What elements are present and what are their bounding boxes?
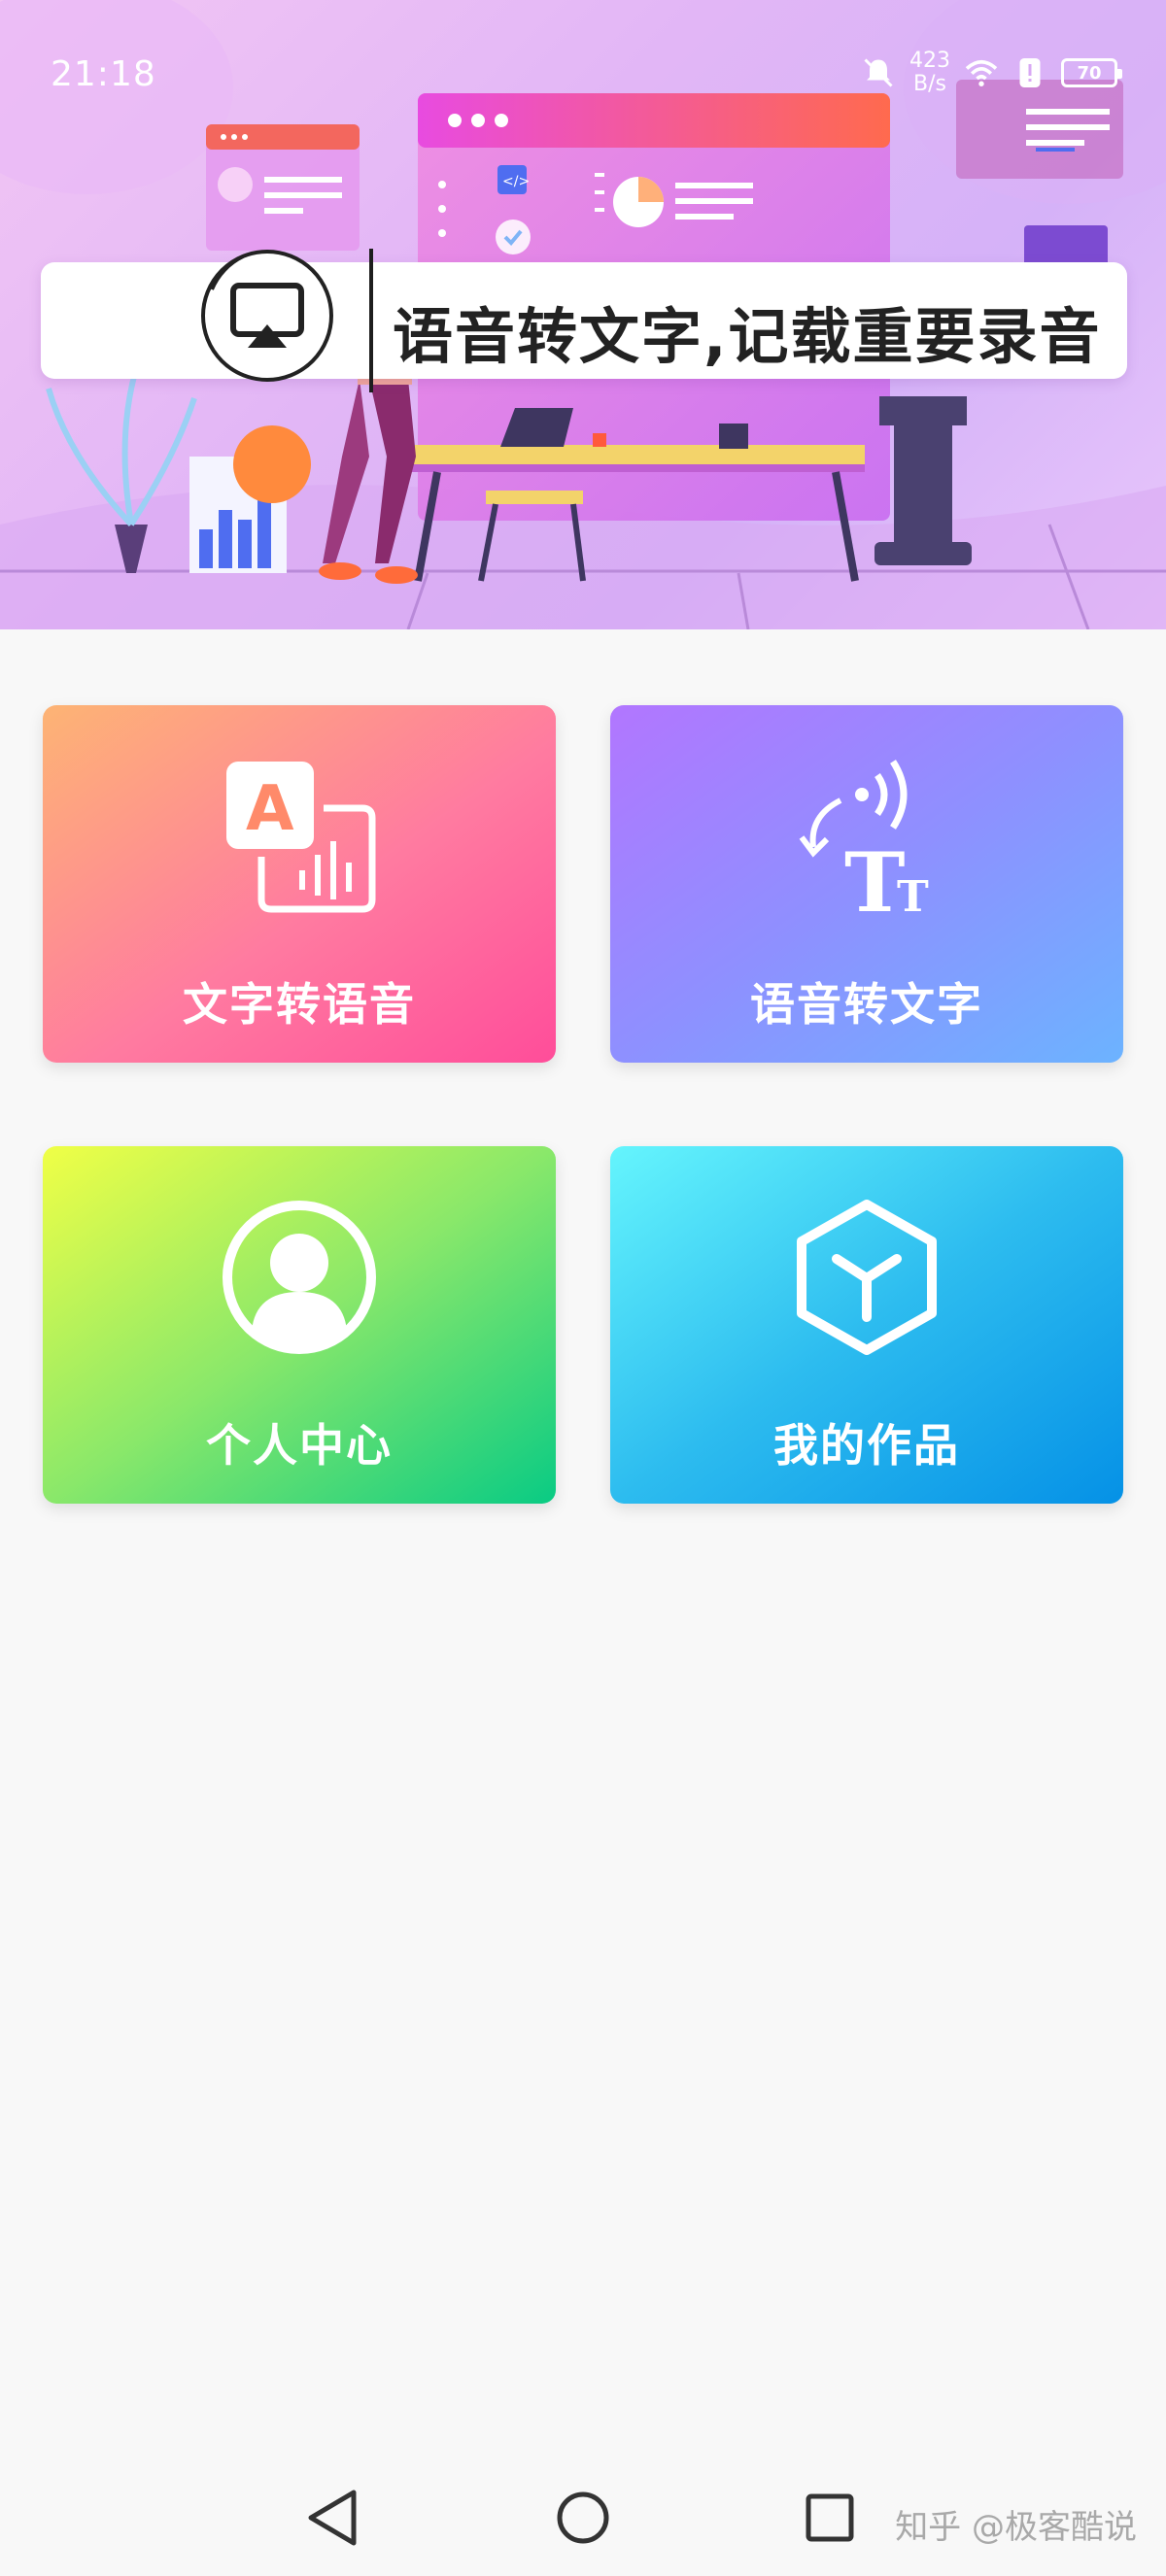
airplay-icon <box>201 250 333 382</box>
network-speed-unit: B/s <box>913 72 946 96</box>
banner-caption: 语音转文字,记载重要录音 <box>393 301 1102 372</box>
card-personal-center[interactable]: 个人中心 <box>43 1146 556 1504</box>
user-icon <box>223 1201 376 1354</box>
wifi-icon <box>965 59 998 86</box>
card-label: 语音转文字 <box>750 978 983 1031</box>
text-to-speech-icon: A <box>226 762 376 913</box>
svg-text:A: A <box>246 773 294 845</box>
caption-divider <box>369 249 373 392</box>
back-icon[interactable] <box>293 2479 371 2557</box>
card-label: 个人中心 <box>206 1419 393 1472</box>
status-icons: 423 B/s 70 <box>861 47 1122 99</box>
battery-indicator: 70 <box>1061 58 1122 87</box>
recent-apps-icon[interactable] <box>791 2479 869 2557</box>
card-my-works[interactable]: 我的作品 <box>610 1146 1123 1504</box>
hero-banner[interactable]: </> 21:18 423 B/s 70 语音转文字,记载重要录音 <box>0 0 1166 629</box>
status-time: 21:18 <box>51 54 156 94</box>
cube-icon <box>797 1200 937 1355</box>
app-screen: </> 21:18 423 B/s 70 语音转文字,记载重要录音 A 文字转语… <box>0 0 1166 2576</box>
network-speed: 423 B/s <box>909 50 950 96</box>
card-label: 我的作品 <box>773 1419 960 1472</box>
network-speed-value: 423 <box>909 49 950 73</box>
card-speech-to-text[interactable]: T T 语音转文字 <box>610 705 1123 1063</box>
code-tag: </> <box>502 174 530 189</box>
svg-text:T: T <box>897 872 929 919</box>
card-text-to-speech[interactable]: A 文字转语音 <box>43 705 556 1063</box>
speech-to-text-icon: T T <box>799 760 929 919</box>
alert-icon <box>1019 58 1041 87</box>
home-icon[interactable] <box>544 2479 622 2557</box>
mute-bell-icon <box>864 58 893 87</box>
card-label: 文字转语音 <box>183 978 416 1031</box>
watermark: 知乎 @极客酷说 <box>895 2508 1137 2547</box>
